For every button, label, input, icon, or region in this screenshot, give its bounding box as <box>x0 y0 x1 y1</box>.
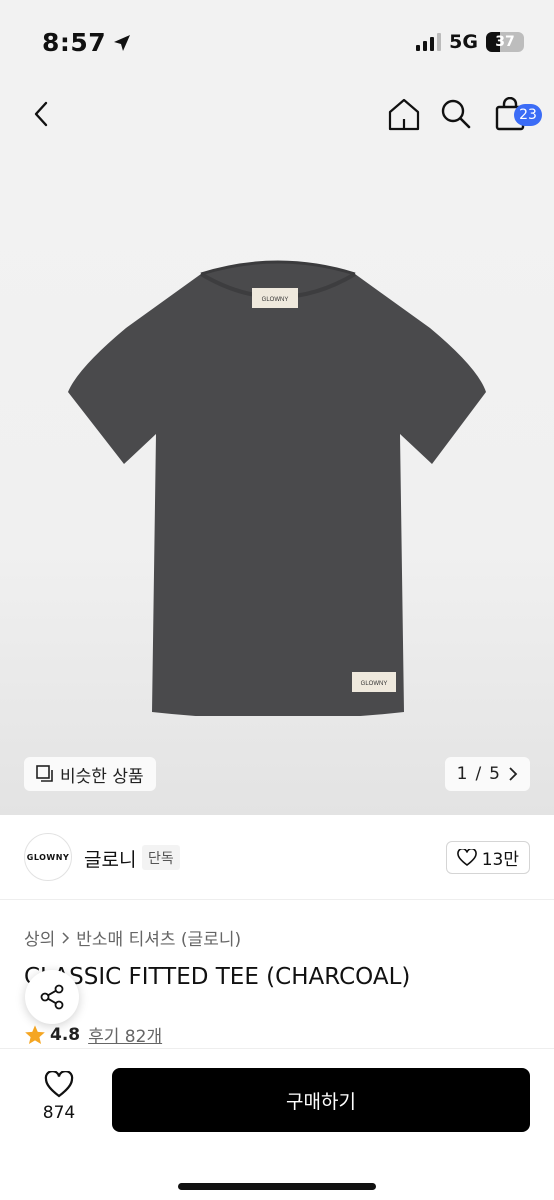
reviews-link[interactable]: 후기 82개 <box>88 1022 162 1047</box>
heart-icon <box>44 1071 74 1098</box>
product-image-carousel[interactable]: GLOWNY GLOWNY 비슷한 상품 1 / 5 <box>0 150 554 815</box>
hem-label-text: GLOWNY <box>361 681 388 687</box>
status-indicators: 5G 37 <box>416 31 524 53</box>
heart-icon <box>456 848 477 866</box>
breadcrumb-item-subcategory[interactable]: 반소매 티셔츠 (글로니) <box>76 925 241 950</box>
home-icon <box>388 98 420 131</box>
status-time-text: 8:57 <box>42 28 107 57</box>
brand-name[interactable]: 글로니 <box>84 845 136 872</box>
brand-logo-text: GLOWNY <box>26 852 70 862</box>
product-photo-tshirt: GLOWNY GLOWNY <box>68 260 486 716</box>
image-page-indicator[interactable]: 1 / 5 <box>444 757 530 791</box>
exclusive-badge: 단독 <box>142 845 180 870</box>
cart-count-badge: 23 <box>514 104 542 126</box>
brand-row: GLOWNY 글로니 단독 13만 <box>0 815 554 900</box>
cart-button[interactable]: 23 <box>488 92 542 136</box>
product-title: CLASSIC FITTED TEE (CHARCOAL) <box>24 964 411 990</box>
breadcrumb: 상의 반소매 티셔츠 (글로니) <box>24 925 241 950</box>
home-button[interactable] <box>382 92 426 136</box>
product-rating: 4.8 후기 82개 <box>24 1022 162 1047</box>
battery-percent: 37 <box>495 34 515 50</box>
search-button[interactable] <box>434 92 478 136</box>
status-time: 8:57 <box>42 28 132 57</box>
share-icon <box>40 984 64 1010</box>
brand-logo[interactable]: GLOWNY <box>24 833 72 881</box>
chevron-right-icon <box>62 931 70 944</box>
bottom-action-bar: 874 구매하기 <box>0 1048 554 1200</box>
similar-products-button[interactable]: 비슷한 상품 <box>24 757 156 791</box>
brand-like-count: 13만 <box>481 850 519 870</box>
network-type: 5G <box>449 31 478 53</box>
similar-products-label: 비슷한 상품 <box>60 766 144 787</box>
search-icon <box>441 99 471 129</box>
signal-bar <box>416 45 421 51</box>
chevron-left-icon <box>34 101 48 127</box>
top-navigation: 23 <box>0 80 554 150</box>
back-button[interactable] <box>20 92 64 136</box>
location-arrow-icon <box>114 34 131 51</box>
signal-bar <box>430 37 435 51</box>
home-indicator <box>178 1183 376 1190</box>
page-current: 1 <box>456 764 468 784</box>
wishlist-count: 874 <box>42 1103 76 1123</box>
wishlist-button[interactable]: 874 <box>34 1071 84 1123</box>
chevron-right-icon <box>509 767 518 781</box>
battery-icon: 37 <box>486 32 524 52</box>
buy-button[interactable]: 구매하기 <box>112 1068 530 1132</box>
rating-score: 4.8 <box>50 1024 81 1045</box>
brand-like-button[interactable]: 13만 <box>445 841 530 874</box>
star-icon <box>25 1024 45 1044</box>
status-bar: 8:57 5G 37 <box>0 0 554 80</box>
share-button[interactable] <box>25 970 79 1024</box>
breadcrumb-item-category[interactable]: 상의 <box>24 925 55 950</box>
neck-label-text: GLOWNY <box>262 297 289 303</box>
signal-bar <box>423 41 428 51</box>
copy-icon <box>36 765 53 782</box>
signal-bar <box>437 33 442 51</box>
cellular-signal-icon <box>416 33 442 51</box>
page-total: 5 <box>489 764 500 784</box>
page-separator: / <box>475 764 482 784</box>
